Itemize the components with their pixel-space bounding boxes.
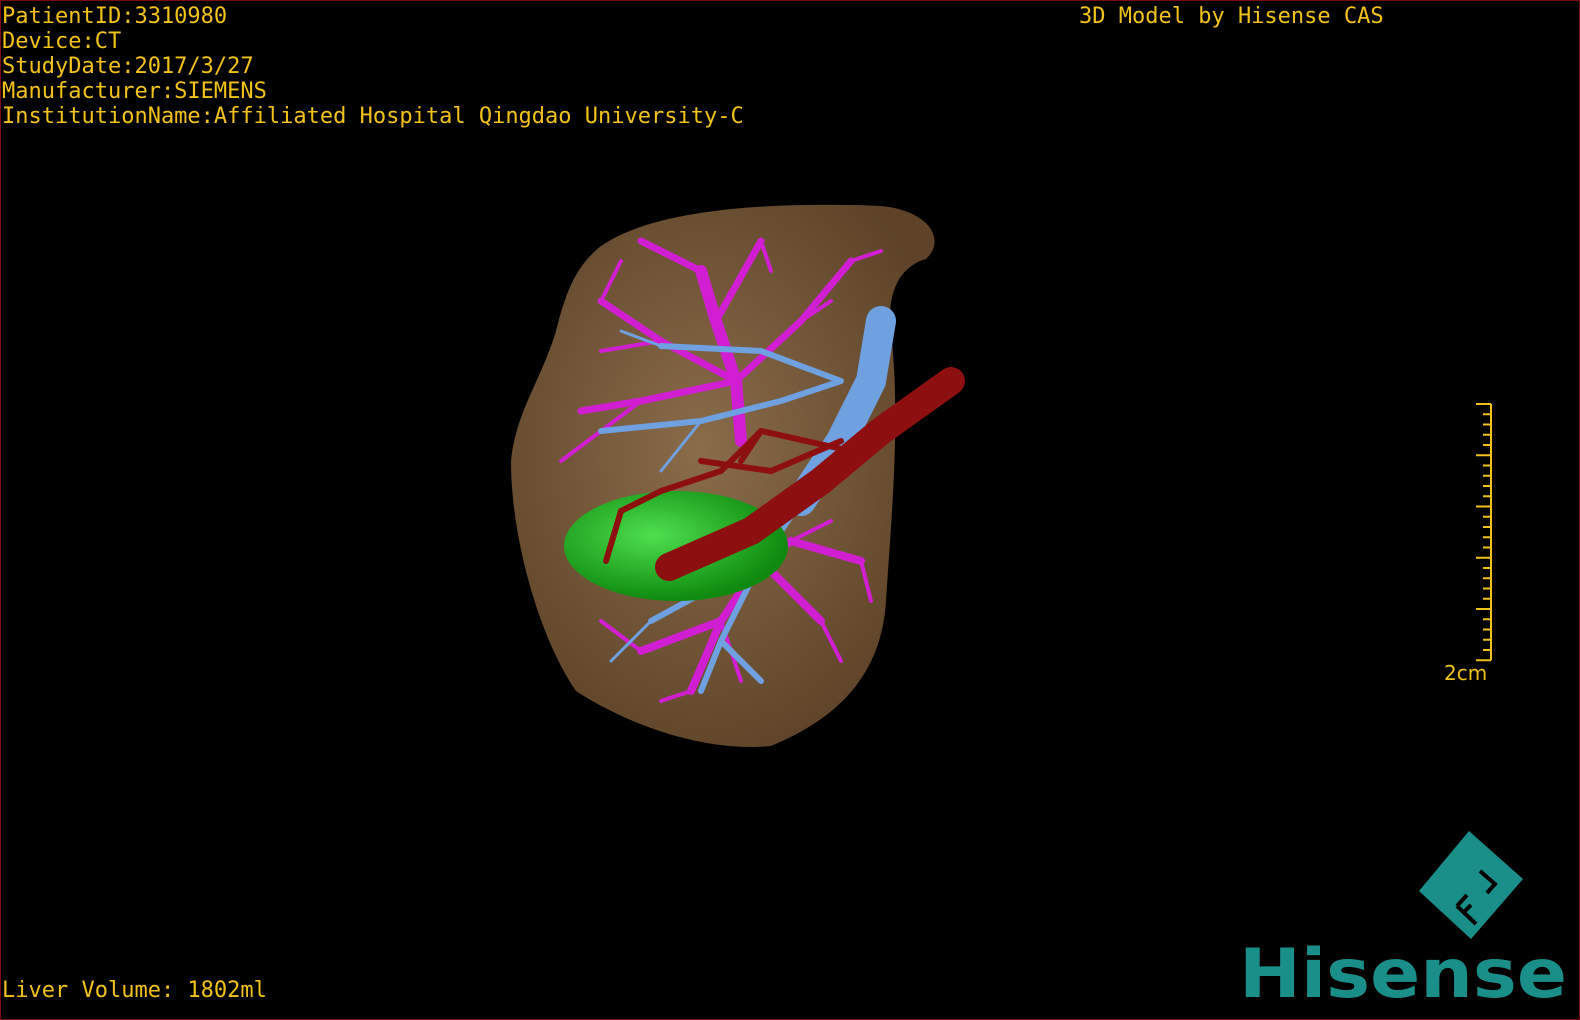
lesion (564, 491, 788, 601)
hisense-logo: Hisense (1239, 831, 1567, 1011)
svg-text:Hisense: Hisense (1239, 935, 1567, 1011)
scale-label: 2cm (1444, 661, 1488, 685)
liver-surface (511, 204, 935, 747)
fl-badge-icon (1419, 831, 1523, 939)
3d-viewport[interactable]: PatientID:3310980 Device:CT StudyDate:2017… (0, 0, 1580, 1020)
scale-ruler (1476, 403, 1492, 662)
